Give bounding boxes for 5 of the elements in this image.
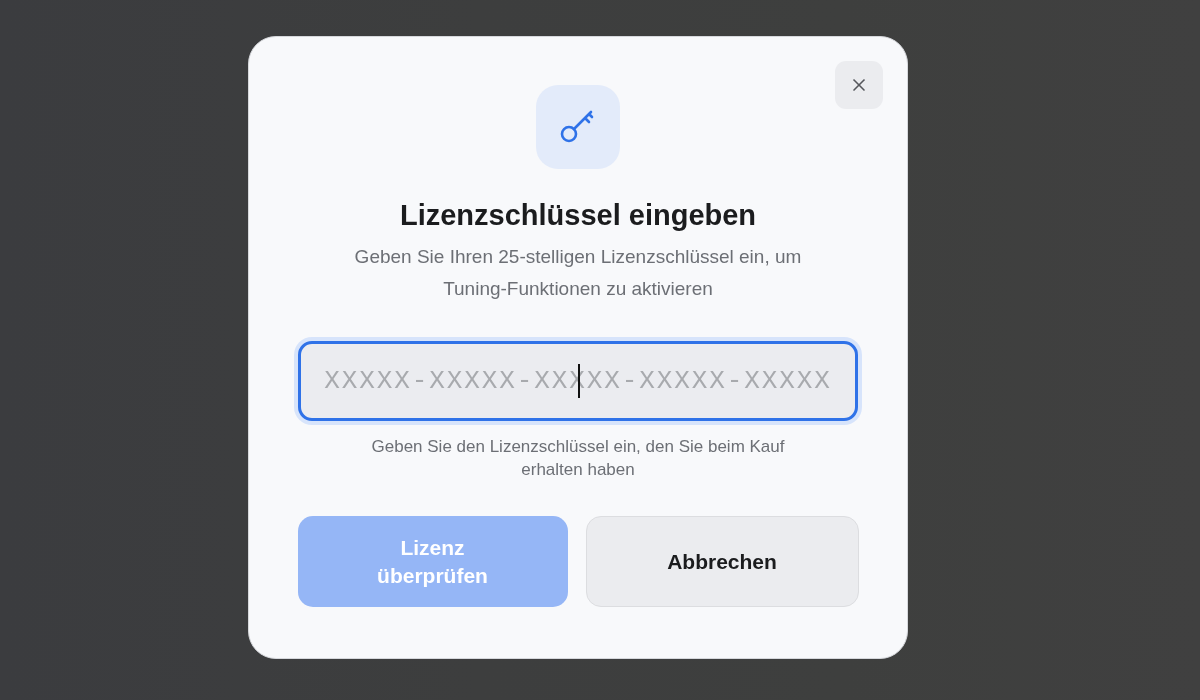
close-button[interactable] [835,61,883,109]
dialog-title: Lizenzschlüssel eingeben [399,198,757,232]
field-hint: Geben Sie den Lizenzschlüssel ein, den Sie beim Kauf erhalten haben [370,436,786,481]
cancel-button[interactable]: Abbrechen [585,516,859,607]
dialog-description: Geben Sie Ihren 25-stelligen Lizenzschlüssel ein, um Tuning-Funktionen zu aktivieren [353,245,803,301]
